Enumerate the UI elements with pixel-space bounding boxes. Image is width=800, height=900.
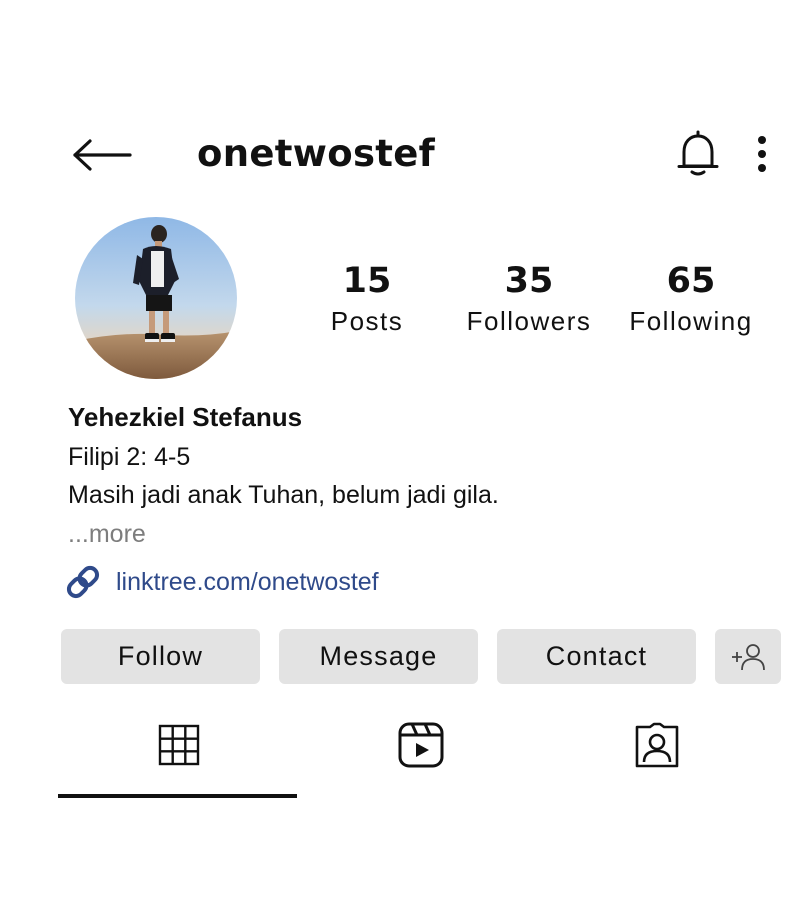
notification-button[interactable] [674,128,722,180]
follow-button[interactable]: Follow [61,629,260,684]
posts-count-value: 15 [342,261,392,301]
profile-link-text: linktree.com/onetwostef [116,567,379,596]
tab-posts-grid[interactable] [149,715,209,775]
followers-count[interactable]: 35 Followers [454,260,604,336]
bio-more-link[interactable]: ...more [68,520,146,549]
bio-line: Masih jadi anak Tuhan, belum jadi gila. [68,481,499,509]
tab-tagged[interactable] [627,715,687,775]
followers-count-label: Followers [466,306,592,336]
profile-username: onetwostef [197,132,436,175]
grid-icon [158,724,200,766]
following-count-label: Following [629,306,753,336]
posts-count[interactable]: 15 Posts [292,260,442,336]
back-button[interactable] [70,133,134,177]
more-vertical-icon [758,136,766,172]
link-icon [66,565,100,599]
add-user-icon [732,643,765,670]
profile-photo [75,217,237,379]
avatar[interactable] [75,217,237,379]
contact-button[interactable]: Contact [497,629,696,684]
tagged-icon [635,722,679,768]
reels-icon [398,722,444,768]
bio-line: Filipi 2: 4-5 [68,443,191,471]
posts-count-label: Posts [330,306,404,336]
active-tab-indicator [58,794,297,798]
full-name: Yehezkiel Stefanus [68,402,303,432]
arrow-left-icon [73,139,132,171]
following-count-value: 65 [666,261,716,301]
more-options-button[interactable] [748,134,776,174]
tab-reels[interactable] [391,715,451,775]
following-count[interactable]: 65 Following [616,260,766,336]
followers-count-value: 35 [504,261,554,301]
profile-page: onetwostef 15 Posts 35 Followers 65 Foll… [0,0,800,900]
message-button[interactable]: Message [279,629,478,684]
suggested-users-button[interactable] [715,629,781,684]
bell-icon [677,130,719,176]
profile-link[interactable]: linktree.com/onetwostef [64,562,379,602]
